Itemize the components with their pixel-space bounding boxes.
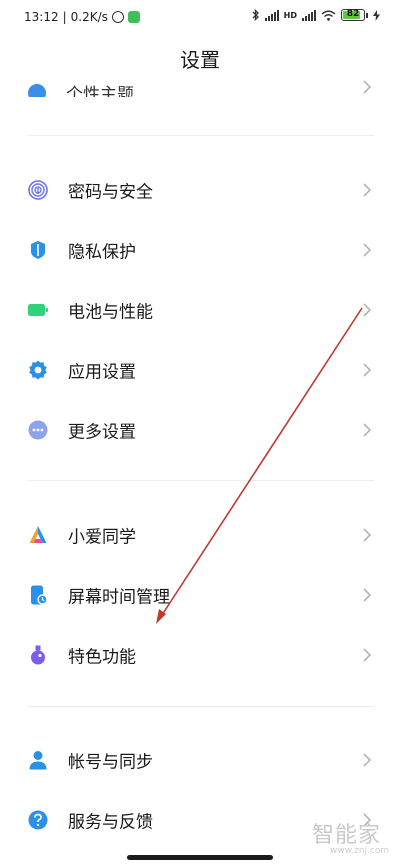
chevron-right-icon (363, 588, 372, 602)
battery-tip (366, 12, 368, 18)
home-indicator[interactable] (127, 855, 273, 860)
watermark-logo: 智能家 (312, 823, 382, 848)
status-bar: 13:12 | 0.2K/s HD 82 (0, 0, 400, 34)
chevron-right-icon (363, 80, 372, 94)
settings-item-account-sync[interactable]: 帐号与同步 (0, 732, 400, 788)
item-label: 小爱同学 (68, 527, 136, 548)
item-label: 电池与性能 (68, 302, 153, 323)
item-label: 屏幕时间管理 (68, 587, 170, 608)
chevron-right-icon (363, 303, 372, 317)
lightning-icon (373, 9, 380, 21)
signal-bars-secondary-icon (302, 9, 316, 21)
status-separator: | (62, 10, 67, 24)
more-dots-icon (28, 420, 48, 440)
settings-item-more-settings[interactable]: 更多设置 (0, 402, 400, 458)
chevron-right-icon (363, 423, 372, 437)
battery-indicator: 82 (341, 9, 368, 21)
fingerprint-icon (28, 180, 48, 200)
chevron-right-icon (363, 243, 372, 257)
privacy-shield-icon (31, 241, 45, 259)
app-notification-icon (127, 11, 140, 23)
battery-icon (28, 304, 48, 316)
theme-icon (28, 83, 46, 97)
settings-item-theme-partial[interactable]: 个性主题 (0, 72, 400, 100)
chevron-right-icon (363, 753, 372, 767)
page-title: 设置 (180, 48, 220, 72)
item-label: 密码与安全 (68, 182, 153, 203)
screen-time-icon (31, 585, 48, 605)
xiaoai-icon (29, 526, 47, 543)
alarm-icon (111, 11, 124, 23)
settings-item-special-features[interactable]: 特色功能 (0, 627, 400, 683)
settings-item-password-security[interactable]: 密码与安全 (0, 162, 400, 218)
network-speed: 0.2K/s (70, 10, 108, 24)
partial-inner: 个性主题 (28, 80, 134, 97)
settings-item-xiaoai[interactable]: 小爱同学 (0, 507, 400, 563)
battery-body: 82 (341, 9, 365, 21)
help-icon (28, 810, 48, 830)
chevron-right-icon (363, 363, 372, 377)
partial-item-label: 个性主题 (66, 85, 134, 97)
gear-icon (29, 360, 47, 380)
item-label: 帐号与同步 (68, 752, 153, 773)
status-right: HD 82 (252, 9, 380, 21)
chevron-right-icon (363, 648, 372, 662)
item-label: 隐私保护 (68, 242, 136, 263)
item-label: 服务与反馈 (68, 812, 153, 833)
divider (28, 706, 374, 707)
settings-item-battery-performance[interactable]: 电池与性能 (0, 282, 400, 338)
partial-clip: 个性主题 (0, 72, 400, 97)
flask-icon (31, 645, 45, 665)
item-label: 更多设置 (68, 422, 136, 443)
item-label: 应用设置 (68, 362, 136, 383)
signal-bars-icon (264, 9, 279, 21)
status-left: 13:12 | 0.2K/s (24, 10, 140, 24)
chevron-right-icon (363, 528, 372, 542)
settings-item-screen-time[interactable]: 屏幕时间管理 (0, 567, 400, 623)
item-label: 特色功能 (68, 647, 136, 668)
status-time: 13:12 (24, 10, 59, 24)
bluetooth-icon (252, 9, 259, 21)
hd-label: HD (283, 10, 297, 20)
divider (28, 480, 374, 481)
divider (28, 135, 374, 136)
settings-item-app-settings[interactable]: 应用设置 (0, 342, 400, 398)
settings-item-privacy[interactable]: 隐私保护 (0, 222, 400, 278)
chevron-right-icon (363, 183, 372, 197)
battery-level: 82 (346, 9, 360, 19)
wifi-icon (321, 10, 336, 21)
watermark-url: www.znj.com (330, 846, 390, 856)
account-icon (29, 751, 47, 770)
